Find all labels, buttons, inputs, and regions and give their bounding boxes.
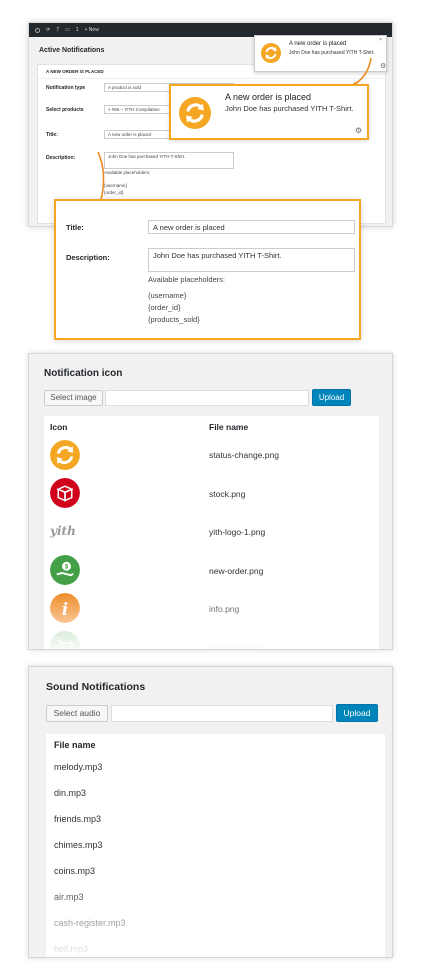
placeholder-item: {username} [148,291,187,300]
status-change-icon [261,43,281,63]
list-item-file[interactable]: info.png [209,604,239,614]
purchase-cart-icon[interactable] [50,631,80,650]
list-item[interactable]: melody.mp3 [54,762,102,772]
select-products-label: Select products [46,107,84,113]
updates-count: 7 [56,27,59,33]
description-label: Description: [66,253,110,262]
toast-title: A new order is placed [225,92,312,102]
placeholder-item: {products_sold} [148,315,200,324]
panel-title: A NEW ORDER IS PLACED [46,69,104,74]
list-item[interactable]: air.mp3 [54,892,84,902]
gear-icon[interactable]: ⚙ [380,62,386,70]
stock-box-icon[interactable] [50,478,80,508]
description-textarea[interactable]: John Doe has purchased YITH T-Shirt. [104,152,234,169]
column-header-file: File name [54,740,96,750]
status-change-icon [179,97,211,129]
upload-button[interactable]: Upload [312,389,351,406]
list-item-file[interactable]: yith-logo-1.png [209,527,265,537]
list-item-file[interactable]: new-order.png [209,566,263,576]
placeholders-label: Available placeholders: [148,275,225,284]
updates-icon[interactable]: ⟳ [46,27,50,33]
comments-icon[interactable]: ▭ [65,27,70,33]
panel-divider [38,78,385,79]
new-content-link[interactable]: + New [85,27,99,33]
list-item-file[interactable]: status-change.png [209,450,279,460]
new-order-icon[interactable]: $ [50,555,80,585]
column-header-icon: Icon [50,422,68,432]
gear-icon[interactable]: ⚙ [355,126,362,135]
page-title: Active Notifications [39,47,105,54]
description-textarea[interactable]: John Doe has purchased YITH T-Shirt. [148,248,355,272]
list-item-file[interactable]: purchase.png [209,642,261,649]
notification-icon-card: Notification icon Select image Upload Ic… [28,353,393,650]
audio-url-input[interactable] [111,705,333,722]
info-icon[interactable]: i [50,593,80,623]
icon-list: Icon File name status-change.png stock.p… [44,416,379,650]
wordpress-icon[interactable] [35,27,40,33]
toast-message: John Doe has purchased YITH T-Shirt. [225,104,354,113]
toast-title: A new order is placed [289,41,347,47]
section-heading: Sound Notifications [46,681,146,693]
placeholder-item: {order_id} [148,303,181,312]
list-item[interactable]: bell.mp3 [54,944,88,954]
yith-logo-icon[interactable]: yith [50,516,80,546]
image-url-input[interactable] [105,390,309,406]
list-item-file[interactable]: stock.png [209,489,245,499]
placeholders-label: Available placeholders: [104,170,151,175]
status-change-icon[interactable] [50,440,80,470]
title-description-zoom: Title: A new order is placed Description… [54,199,361,340]
list-item[interactable]: din.mp3 [54,788,86,798]
section-heading: Notification icon [44,368,123,379]
upload-button[interactable]: Upload [336,704,378,722]
title-label: Title: [46,132,58,138]
description-label: Description: [46,155,76,161]
svg-text:i: i [62,600,68,619]
list-item[interactable]: chimes.mp3 [54,840,103,850]
notification-toast-large[interactable]: A new order is placed John Doe has purch… [169,84,369,140]
audio-list: File name melody.mp3 din.mp3 friends.mp3… [46,734,385,957]
select-audio-button[interactable]: Select audio [46,705,108,722]
sound-notifications-card: Sound Notifications Select audio Upload … [28,666,393,958]
notification-type-label: Notification type [46,85,86,91]
list-item[interactable]: coins.mp3 [54,866,95,876]
comments-count: 1 [75,27,79,33]
list-item[interactable]: cash-register.mp3 [54,918,126,928]
list-item[interactable]: friends.mp3 [54,814,101,824]
column-header-file: File name [209,422,249,432]
close-icon[interactable]: × [379,37,382,43]
title-input[interactable]: A new order is placed [148,220,355,234]
title-label: Title: [66,223,84,232]
active-notifications-screenshot: ⟳ 7 ▭ 1 + New Active Notifications A NEW… [28,22,393,342]
select-image-button[interactable]: Select image [44,390,103,406]
